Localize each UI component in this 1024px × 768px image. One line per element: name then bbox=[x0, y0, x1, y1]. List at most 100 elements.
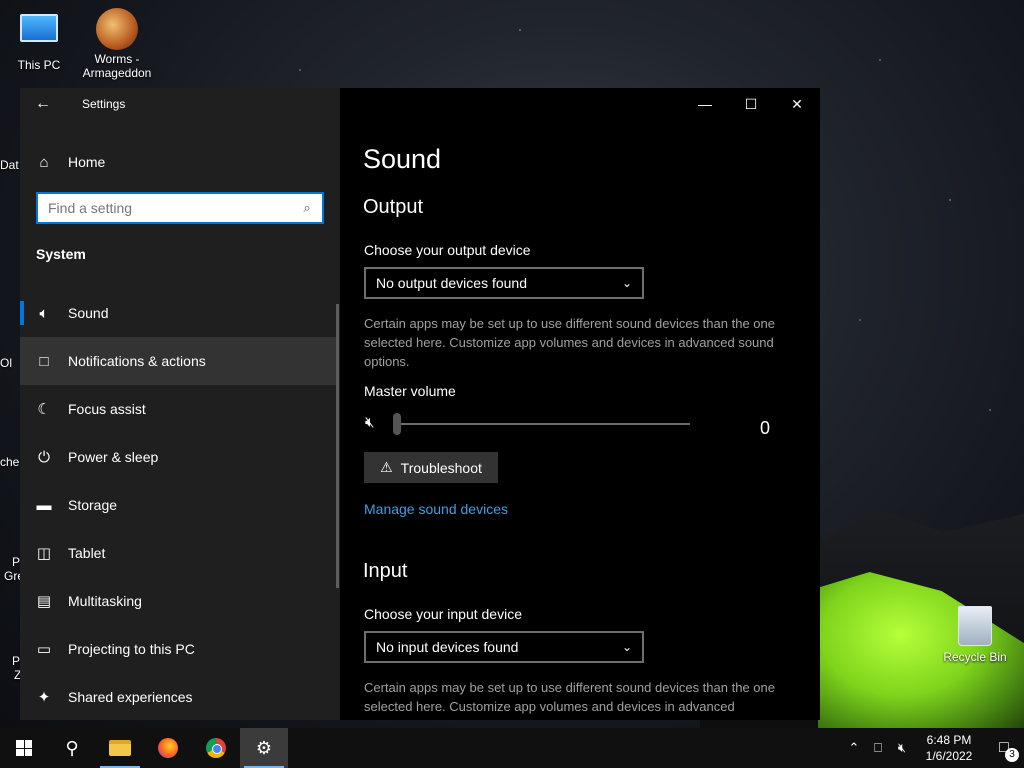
troubleshoot-button[interactable]: ⚠︎ Troubleshoot bbox=[364, 452, 498, 483]
settings-window: ← Settings ⌂ Home ⌕ System 🔈︎ Sound □ No… bbox=[20, 88, 820, 720]
sidebar-item-label: Power & sleep bbox=[68, 449, 159, 465]
desktop-icon-label: Worms - bbox=[94, 52, 140, 66]
input-device-dropdown[interactable]: No input devices found ⌄ bbox=[364, 631, 644, 663]
maximize-button[interactable]: ☐ bbox=[728, 88, 774, 120]
sidebar-item-shared-experiences[interactable]: ✦ Shared experiences bbox=[20, 673, 340, 720]
taskbar-file-explorer[interactable] bbox=[96, 728, 144, 768]
taskbar-chrome[interactable] bbox=[192, 728, 240, 768]
sidebar-item-sound[interactable]: 🔈︎ Sound bbox=[20, 289, 340, 337]
desktop-edge-label: P bbox=[12, 555, 21, 569]
sidebar-item-multitasking[interactable]: ▤ Multitasking bbox=[20, 577, 340, 625]
sidebar: ← Settings ⌂ Home ⌕ System 🔈︎ Sound □ No… bbox=[20, 88, 340, 720]
power-icon: ⏻ bbox=[38, 448, 50, 466]
search-input[interactable] bbox=[38, 194, 292, 222]
input-description: Certain apps may be set up to use differ… bbox=[364, 680, 775, 714]
page-title: Sound bbox=[363, 144, 442, 174]
output-description: Certain apps may be set up to use differ… bbox=[364, 316, 775, 369]
volume-slider-thumb[interactable] bbox=[393, 413, 401, 435]
sidebar-item-home[interactable]: ⌂ Home bbox=[20, 144, 340, 180]
warning-icon: ⚠︎ bbox=[380, 459, 393, 475]
desktop-edge-label: che bbox=[0, 455, 20, 469]
sidebar-item-projecting[interactable]: ▭ Projecting to this PC bbox=[20, 625, 340, 673]
network-icon[interactable]: ⎕ bbox=[866, 740, 890, 756]
sidebar-item-label: Multitasking bbox=[68, 593, 142, 609]
desktop-icon-label: Armageddon bbox=[82, 66, 152, 80]
content-pane: — ☐ ✕ Sound Output Choose your output de… bbox=[340, 88, 820, 720]
multitasking-icon: ▤ bbox=[36, 593, 52, 610]
window-controls: — ☐ ✕ bbox=[682, 88, 820, 120]
clock-date: 1/6/2022 bbox=[925, 749, 973, 763]
folder-icon bbox=[109, 740, 131, 756]
search-box[interactable]: ⌕ bbox=[36, 192, 324, 224]
section-title: System bbox=[36, 246, 86, 262]
sidebar-item-tablet[interactable]: ◫ Tablet bbox=[20, 529, 340, 577]
nav-list: 🔈︎ Sound □ Notifications & actions ☾ Foc… bbox=[20, 289, 340, 720]
taskbar-search-button[interactable]: ⚲ bbox=[48, 728, 96, 768]
message-icon: □ bbox=[39, 352, 49, 370]
speaker-icon: 🔈︎ bbox=[39, 304, 49, 322]
notification-count-badge: 3 bbox=[1005, 748, 1019, 762]
drive-icon: ▬ bbox=[36, 496, 52, 514]
back-button[interactable]: ← bbox=[20, 88, 66, 120]
desktop-icon-this-pc[interactable]: This PC bbox=[4, 8, 74, 72]
sidebar-item-power-sleep[interactable]: ⏻ Power & sleep bbox=[20, 433, 340, 481]
sidebar-scrollbar[interactable] bbox=[336, 304, 339, 588]
taskbar-settings[interactable]: ⚙︎ bbox=[240, 728, 288, 768]
chevron-down-icon: ⌄ bbox=[621, 640, 632, 654]
computer-icon bbox=[17, 14, 61, 56]
input-device-label: Choose your input device bbox=[364, 606, 522, 622]
shared-icon: ✦ bbox=[37, 689, 51, 706]
desktop-icon-recycle-bin[interactable]: Recycle Bin bbox=[940, 604, 1010, 664]
speaker-muted-icon[interactable]: 🔇︎ bbox=[365, 414, 374, 431]
sidebar-item-storage[interactable]: ▬ Storage bbox=[20, 481, 340, 529]
chevron-down-icon: ⌄ bbox=[621, 276, 632, 290]
output-heading: Output bbox=[363, 196, 424, 218]
taskbar: ⚲ ⚙︎ ⌃ ⎕ 🔇︎ 6:48 PM 1/6/2022 □ 3 bbox=[0, 728, 1024, 768]
system-tray: ⌃ ⎕ 🔇︎ 6:48 PM 1/6/2022 □ 3 bbox=[842, 728, 1024, 768]
worms-game-icon bbox=[95, 8, 139, 50]
title-bar[interactable]: ← Settings bbox=[20, 88, 340, 120]
volume-slider-track[interactable] bbox=[396, 423, 690, 425]
desktop-edge-label: P bbox=[12, 654, 21, 668]
sidebar-item-label: Storage bbox=[68, 497, 118, 513]
window-title: Settings bbox=[82, 97, 126, 111]
home-icon: ⌂ bbox=[39, 153, 49, 171]
desktop-icon-label: This PC bbox=[17, 58, 61, 72]
manage-sound-devices-link[interactable]: Manage sound devices bbox=[364, 501, 508, 517]
sidebar-item-label: Focus assist bbox=[68, 401, 146, 417]
chevron-up-icon[interactable]: ⌃ bbox=[842, 740, 866, 756]
input-device-value: No input devices found bbox=[376, 639, 519, 655]
sidebar-item-label: Tablet bbox=[68, 545, 106, 561]
clock-time: 6:48 PM bbox=[926, 733, 972, 747]
windows-logo-icon bbox=[16, 740, 32, 756]
desktop-icon-label: Recycle Bin bbox=[943, 650, 1007, 664]
output-device-dropdown[interactable]: No output devices found ⌄ bbox=[364, 267, 644, 299]
input-heading: Input bbox=[363, 560, 408, 582]
tablet-icon: ◫ bbox=[36, 545, 52, 562]
output-device-value: No output devices found bbox=[376, 275, 527, 291]
troubleshoot-label: Troubleshoot bbox=[400, 459, 482, 476]
firefox-icon bbox=[158, 738, 178, 758]
sidebar-item-label: Shared experiences bbox=[68, 689, 193, 705]
projecting-icon: ▭ bbox=[36, 641, 52, 658]
sidebar-item-label: Home bbox=[68, 154, 106, 170]
volume-muted-icon[interactable]: 🔇︎ bbox=[890, 740, 914, 756]
chrome-icon bbox=[206, 738, 226, 758]
clock[interactable]: 6:48 PM 1/6/2022 bbox=[914, 732, 984, 764]
desktop-edge-label: Ol bbox=[0, 356, 12, 370]
gear-icon: ⚙︎ bbox=[255, 737, 273, 758]
start-button[interactable] bbox=[0, 728, 48, 768]
sidebar-item-focus-assist[interactable]: ☾ Focus assist bbox=[20, 385, 340, 433]
minimize-button[interactable]: — bbox=[682, 88, 728, 120]
output-device-label: Choose your output device bbox=[364, 242, 531, 258]
taskbar-firefox[interactable] bbox=[144, 728, 192, 768]
action-center-button[interactable]: □ 3 bbox=[984, 728, 1024, 768]
recycle-bin-icon bbox=[953, 606, 997, 648]
sidebar-item-label: Notifications & actions bbox=[68, 353, 206, 369]
sidebar-item-notifications[interactable]: □ Notifications & actions bbox=[20, 337, 338, 385]
desktop-icon-worms[interactable]: Worms - Armageddon bbox=[82, 8, 152, 80]
search-icon: ⚲ bbox=[65, 737, 79, 758]
moon-icon: ☾ bbox=[37, 401, 51, 418]
close-button[interactable]: ✕ bbox=[774, 88, 820, 120]
master-volume-label: Master volume bbox=[364, 383, 456, 399]
